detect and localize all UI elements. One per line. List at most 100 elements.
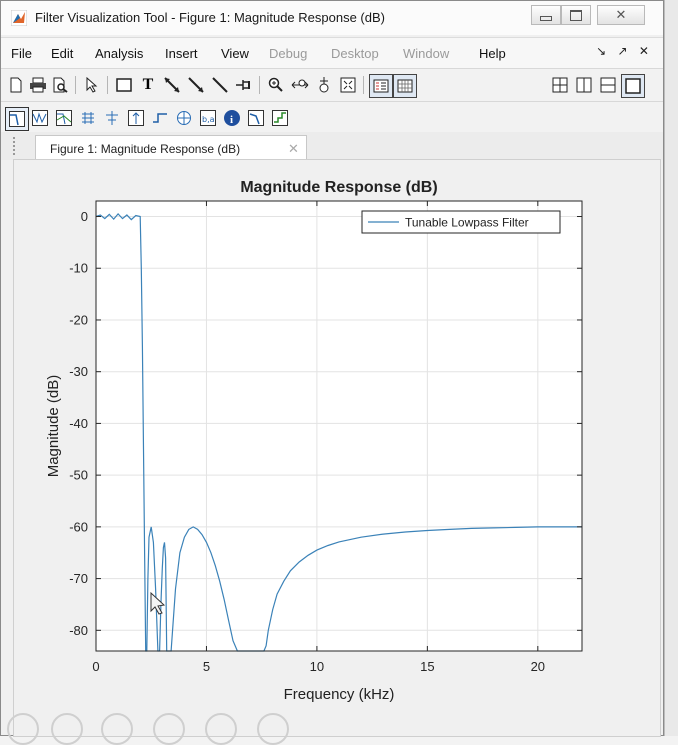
drag-handle[interactable] — [13, 137, 19, 155]
fit-view-button[interactable] — [337, 74, 359, 96]
legend-icon — [373, 79, 389, 93]
arrow-icon — [188, 77, 204, 93]
menu-view[interactable]: View — [221, 46, 249, 61]
delete-icon[interactable] — [153, 713, 185, 745]
data-cursor-button[interactable] — [313, 74, 335, 96]
magnitude-phase-button[interactable] — [53, 107, 75, 129]
undock-controls[interactable]: ↘ ↗ ✕ — [596, 44, 653, 58]
insert-arrow-button[interactable] — [185, 74, 207, 96]
filter-visualization-window: Filter Visualization Tool - Figure 1: Ma… — [0, 0, 664, 745]
x-tick-label: 10 — [310, 659, 324, 674]
x-axis-label: Frequency (kHz) — [284, 686, 395, 703]
step-response-icon — [153, 113, 167, 123]
y-tick-label: -30 — [69, 364, 88, 379]
title-bar[interactable]: Filter Visualization Tool - Figure 1: Ma… — [1, 1, 663, 35]
single-view-button[interactable] — [621, 74, 645, 98]
single-view-icon — [625, 78, 641, 94]
pole-zero-button[interactable] — [173, 107, 195, 129]
legend-toggle-button[interactable] — [369, 74, 393, 98]
magnitude-estimate-button[interactable] — [245, 107, 267, 129]
pan-button[interactable] — [289, 74, 311, 96]
menu-debug[interactable]: Debug — [269, 46, 307, 61]
play-icon[interactable] — [51, 713, 83, 745]
svg-text:b,a: b,a — [202, 115, 215, 124]
magnitude-response-plot: 0 5 10 15 20 0 -10 -20 -30 -40 -50 -60 -70 -80 Magnit… — [45, 179, 583, 703]
phase-delay-button[interactable] — [101, 107, 123, 129]
magnitude-estimate-icon — [248, 110, 264, 126]
legend[interactable]: Tunable Lowpass Filter — [361, 210, 561, 234]
step-response-button[interactable] — [149, 107, 171, 129]
minimize-button[interactable] — [531, 5, 561, 25]
round-off-noise-button[interactable] — [269, 107, 291, 129]
y-tick-label: -40 — [69, 416, 88, 431]
filter-information-button[interactable]: i — [221, 107, 243, 129]
magnitude-response-button[interactable] — [5, 107, 29, 131]
text-icon: T — [142, 76, 154, 93]
menu-analysis[interactable]: Analysis — [95, 46, 143, 61]
tile-grid-button[interactable] — [549, 74, 571, 96]
figure-toolbar: T — [1, 68, 663, 101]
zoom-in-button[interactable] — [265, 74, 287, 96]
pole-zero-icon — [177, 111, 191, 125]
close-tab-icon[interactable]: ✕ — [288, 141, 299, 157]
y-tick-label: -50 — [69, 468, 88, 483]
menu-desktop[interactable]: Desktop — [331, 46, 379, 61]
group-delay-icon — [82, 112, 94, 124]
pointer-icon — [86, 77, 98, 93]
analysis-toolbar: b,a i — [1, 101, 663, 133]
insert-rectangle-button[interactable] — [113, 74, 135, 96]
more-icon[interactable] — [257, 713, 289, 745]
y-tick-label: -10 — [69, 261, 88, 276]
tile-vertical-icon — [576, 77, 592, 93]
print-button[interactable] — [27, 74, 49, 96]
search-icon[interactable] — [205, 713, 237, 745]
line-icon — [212, 77, 228, 93]
coefficients-icon: b,a — [200, 110, 216, 126]
grid-toggle-button[interactable] — [393, 74, 417, 98]
back-icon[interactable] — [7, 713, 39, 745]
new-figure-button[interactable] — [5, 74, 27, 96]
phase-response-button[interactable] — [29, 107, 51, 129]
new-file-icon — [10, 77, 22, 93]
x-tick-label: 15 — [420, 659, 434, 674]
window-edge — [664, 0, 678, 736]
menu-help[interactable]: Help — [479, 46, 506, 61]
chart-title: Magnitude Response (dB) — [240, 179, 437, 196]
menu-file[interactable]: File — [11, 46, 32, 61]
rectangle-icon — [116, 78, 132, 92]
edit-plot-button[interactable] — [81, 74, 103, 96]
bottom-overlay-controls — [1, 709, 341, 745]
menu-window[interactable]: Window — [403, 46, 449, 61]
x-tick-label: 5 — [203, 659, 210, 674]
insert-line-button[interactable] — [209, 74, 231, 96]
double-arrow-icon — [164, 77, 180, 93]
insert-double-arrow-button[interactable] — [161, 74, 183, 96]
close-button[interactable]: ✕ — [597, 5, 645, 25]
window-title: Filter Visualization Tool - Figure 1: Ma… — [35, 10, 385, 25]
tab-figure-1[interactable]: Figure 1: Magnitude Response (dB) ✕ — [35, 135, 307, 161]
tile-top-bottom-button[interactable] — [597, 74, 619, 96]
grid-icon — [397, 79, 413, 93]
y-tick-label: -80 — [69, 623, 88, 638]
tile-grid-icon — [552, 77, 568, 93]
y-tick-label: -60 — [69, 519, 88, 534]
x-tick-label: 0 — [92, 659, 99, 674]
figure-tab-strip: Figure 1: Magnitude Response (dB) ✕ — [1, 132, 663, 161]
pen-icon[interactable] — [101, 713, 133, 745]
print-preview-button[interactable] — [49, 74, 71, 96]
pan-icon — [291, 79, 309, 89]
insert-text-button[interactable]: T — [137, 74, 159, 96]
group-delay-button[interactable] — [77, 107, 99, 129]
impulse-response-button[interactable] — [125, 107, 147, 129]
zoom-in-icon — [268, 77, 283, 92]
maximize-button[interactable] — [561, 5, 591, 25]
menu-edit[interactable]: Edit — [51, 46, 73, 61]
magnitude-phase-icon — [56, 110, 72, 126]
filter-coefficients-button[interactable]: b,a — [197, 107, 219, 129]
menu-insert[interactable]: Insert — [165, 46, 198, 61]
magnitude-response-icon — [9, 111, 25, 127]
print-icon — [30, 77, 46, 93]
tile-left-right-button[interactable] — [573, 74, 595, 96]
pin-button[interactable] — [233, 74, 255, 96]
maximize-icon — [570, 9, 582, 21]
